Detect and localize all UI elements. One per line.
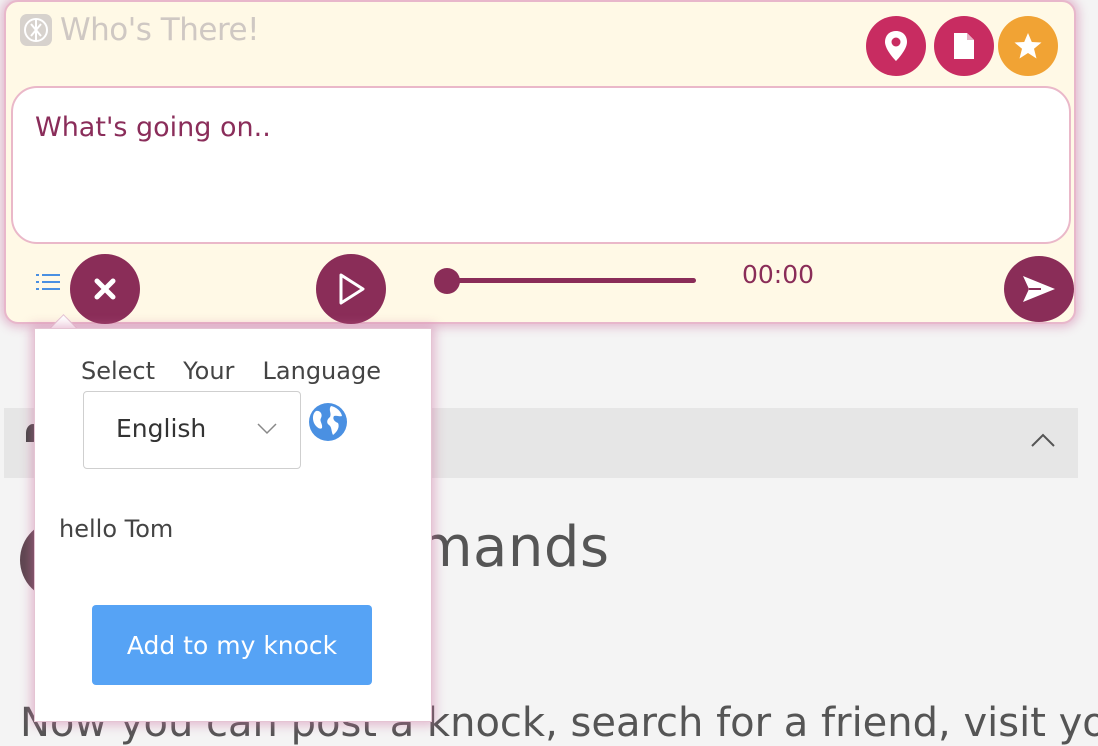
- favorite-button[interactable]: [998, 16, 1058, 76]
- greeting-text: hello Tom: [59, 515, 174, 543]
- language-heading: Select Your Language: [81, 357, 381, 385]
- audio-progress-track[interactable]: [442, 278, 696, 283]
- list-icon[interactable]: [36, 272, 62, 294]
- audio-time: 00:00: [742, 260, 815, 289]
- send-button[interactable]: [1004, 256, 1074, 322]
- document-button[interactable]: [934, 16, 994, 76]
- close-icon: [94, 278, 116, 300]
- background-heading: mands: [418, 515, 610, 580]
- close-button[interactable]: [70, 254, 140, 324]
- language-select[interactable]: English: [83, 391, 301, 469]
- chevron-down-icon: [257, 423, 277, 435]
- language-heading-word: Language: [262, 357, 381, 385]
- app-title: Who's There!: [60, 12, 260, 48]
- message-text: What's going on..: [35, 112, 271, 143]
- add-to-knock-button[interactable]: Add to my knock: [92, 605, 372, 685]
- brand: Who's There!: [20, 12, 260, 48]
- knock-composer-widget: Who's There! What's going on.. 00:00: [4, 0, 1076, 324]
- language-heading-word: Your: [183, 357, 235, 385]
- selected-language: English: [116, 414, 207, 443]
- audio-progress-handle[interactable]: [434, 268, 460, 294]
- location-button[interactable]: [866, 16, 926, 76]
- document-icon: [954, 33, 974, 59]
- app-logo-icon: [20, 14, 52, 46]
- star-icon: [1014, 33, 1042, 59]
- language-popover: Select Your Language English hello Tom A…: [34, 328, 432, 722]
- play-icon: [339, 273, 365, 305]
- send-icon: [1023, 276, 1055, 302]
- location-pin-icon: [885, 31, 907, 61]
- language-heading-word: Select: [81, 357, 156, 385]
- globe-icon[interactable]: [307, 401, 349, 443]
- chevron-up-icon[interactable]: [1030, 428, 1056, 454]
- play-button[interactable]: [316, 254, 386, 324]
- message-input[interactable]: What's going on..: [11, 86, 1071, 244]
